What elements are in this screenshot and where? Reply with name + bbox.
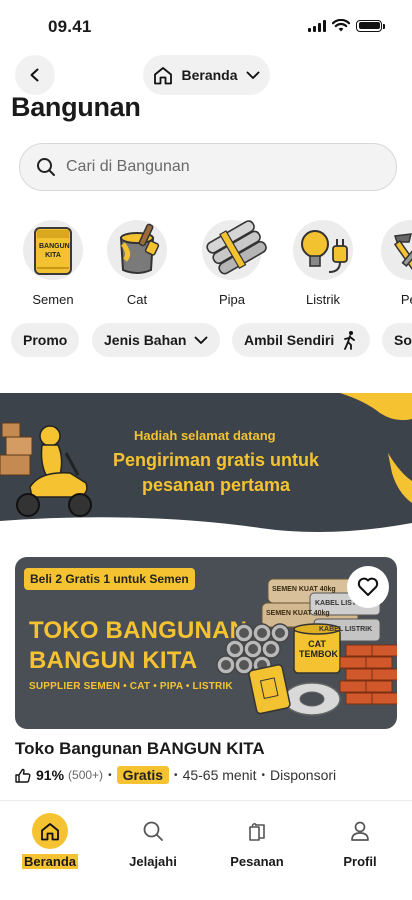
cement-bag-icon: BANGUN KITA — [23, 220, 83, 280]
chip-label: Ambil Sendiri — [244, 332, 335, 348]
nav-beranda[interactable]: Beranda — [5, 813, 95, 871]
chip-label: So — [394, 332, 412, 348]
store-name[interactable]: Toko Bangunan BANGUN KITA — [15, 739, 265, 759]
filter-chip-ambil-sendiri[interactable]: Ambil Sendiri — [232, 323, 371, 357]
battery-icon — [356, 19, 385, 32]
image-text-paint: CAT TEMBOK — [299, 639, 338, 659]
nav-label: Jelajahi — [129, 854, 177, 869]
tools-icon — [381, 220, 412, 280]
home-icon — [154, 66, 173, 84]
filter-chip-promo[interactable]: Promo — [11, 323, 80, 357]
person-icon — [342, 813, 378, 849]
category-label: Pipa — [218, 292, 246, 307]
pipes-icon — [202, 220, 267, 280]
search-icon — [37, 158, 55, 176]
nav-jelajahi[interactable]: Jelajahi — [108, 813, 198, 871]
chip-label: Jenis Bahan — [104, 332, 187, 348]
location-selector[interactable]: Beranda — [143, 55, 270, 95]
separator-dot: • — [108, 769, 112, 781]
wifi-icon — [332, 19, 350, 32]
search-icon — [135, 813, 171, 849]
image-text-bag1: SEMEN KUAT 40kg — [272, 586, 336, 593]
back-button[interactable] — [15, 55, 55, 95]
separator-dot: • — [174, 769, 178, 781]
category-pipa[interactable]: Pipa — [192, 220, 272, 307]
chevron-down-icon — [246, 71, 259, 79]
banner-title: Pengiriman gratis untuk pesanan pertama — [112, 450, 320, 495]
walking-person-icon — [344, 331, 356, 350]
chip-label: Promo — [23, 332, 68, 348]
chevron-down-icon — [195, 336, 208, 344]
category-list: BANGUN KITA Semen Cat Pipa Listrik P — [0, 220, 412, 310]
delivery-eta: 45-65 menit — [182, 767, 257, 783]
nav-label: Beranda — [21, 854, 79, 869]
heart-icon — [357, 577, 379, 596]
sponsored-label: Disponsori — [270, 767, 337, 783]
nav-profil[interactable]: Profil — [315, 813, 405, 871]
separator-dot: • — [261, 769, 266, 781]
delivery-badge: Gratis — [116, 766, 170, 784]
category-label: Cat — [126, 292, 148, 307]
thumbs-up-icon — [15, 768, 31, 783]
status-icons — [308, 19, 385, 32]
store-rating-count: (500+) — [68, 768, 104, 782]
page-title: Bangunan — [11, 92, 141, 122]
filter-chip-jenis-bahan[interactable]: Jenis Bahan — [92, 323, 221, 357]
nav-pesanan[interactable]: Pesanan — [212, 813, 302, 871]
image-text-cable2: KABEL LISTRIK — [319, 626, 373, 633]
bottom-navigation: Beranda Jelajahi Pesanan Profil — [0, 800, 412, 900]
store-rating: 91% — [36, 767, 65, 783]
chevron-left-icon — [30, 68, 39, 82]
category-label: Per — [400, 292, 412, 307]
store-promo-badge: Beli 2 Gratis 1 untuk Semen — [24, 568, 195, 590]
bags-icon — [239, 813, 275, 849]
status-bar: 09.41 — [0, 0, 412, 50]
banner-subtitle: Hadiah selamat datang — [134, 428, 276, 443]
filter-chip-more[interactable]: So — [382, 323, 412, 357]
delivery-scooter-illustration — [0, 422, 92, 517]
favorite-button[interactable] — [347, 566, 389, 608]
category-peralatan[interactable]: Per — [371, 220, 412, 307]
category-listrik[interactable]: Listrik — [283, 220, 363, 307]
category-label: Semen — [32, 292, 74, 307]
nav-label: Profil — [343, 854, 377, 869]
filter-chips: Promo Jenis Bahan Ambil Sendiri So — [0, 323, 412, 357]
store-meta: 91% (500+) • Gratis • 45-65 menit • Disp… — [15, 765, 336, 785]
status-time: 09.41 — [48, 17, 92, 36]
cellular-signal-icon — [308, 19, 326, 32]
image-text-bag2: SEMEN KUAT 40kg — [266, 610, 330, 617]
paint-bucket-icon — [107, 220, 167, 280]
category-semen[interactable]: BANGUN KITA Semen — [13, 220, 93, 307]
category-cat[interactable]: Cat — [97, 220, 177, 307]
category-label: Listrik — [306, 292, 340, 307]
search-input[interactable] — [66, 158, 366, 176]
nav-label: Pesanan — [230, 854, 284, 869]
home-icon — [32, 813, 68, 849]
lightbulb-plug-icon — [293, 220, 353, 280]
store-image[interactable]: Beli 2 Gratis 1 untuk Semen TOKO BANGUNA… — [15, 557, 397, 729]
promo-banner[interactable]: Hadiah selamat datang Pengiriman gratis … — [0, 393, 412, 539]
location-label: Beranda — [181, 67, 238, 83]
search-bar[interactable] — [19, 143, 397, 191]
cement-bag-text: BANGUN KITA — [39, 243, 70, 259]
